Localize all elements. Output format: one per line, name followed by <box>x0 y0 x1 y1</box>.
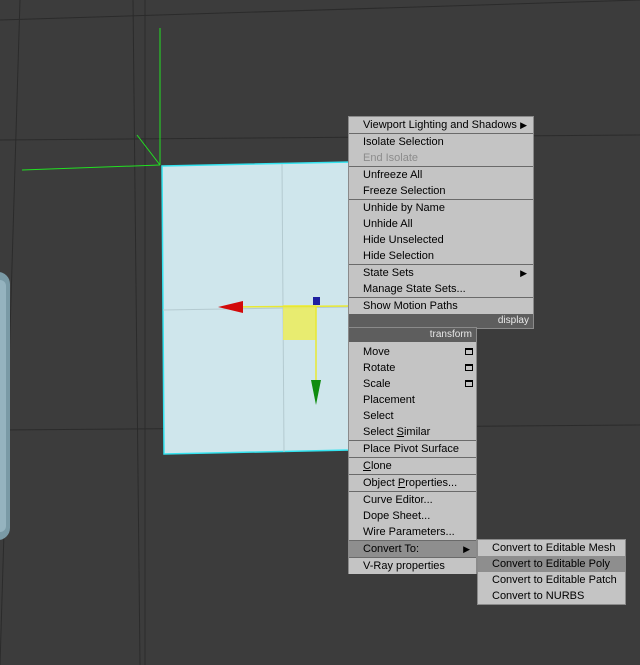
menu-item-rotate[interactable]: Rotate <box>349 360 476 376</box>
settings-box-icon[interactable] <box>465 364 473 371</box>
selected-plane[interactable] <box>161 161 351 455</box>
menu-item-hide-unselected[interactable]: Hide Unselected <box>349 232 533 248</box>
menu-item-label: Unhide by Name <box>363 202 445 214</box>
side-object <box>0 272 10 540</box>
menu-item-convert-to-editable-mesh[interactable]: Convert to Editable Mesh <box>478 540 625 556</box>
menu-item-label: Placement <box>363 394 415 406</box>
menu-item-label: Manage State Sets... <box>363 283 466 295</box>
menu-item-label: Unhide All <box>363 218 413 230</box>
menu-item-move[interactable]: Move <box>349 344 476 360</box>
menu-item-text: imilar <box>403 426 431 438</box>
menu-item-label: Unfreeze All <box>363 169 423 181</box>
menu-item-text: Object <box>363 477 398 489</box>
menu-item-label: Wire Parameters... <box>363 526 455 538</box>
menu-item-unhide-by-name[interactable]: Unhide by Name <box>349 199 533 216</box>
menu-item-convert-to-editable-poly[interactable]: Convert to Editable Poly <box>478 556 625 572</box>
menu-item-clone[interactable]: Clone <box>349 457 476 474</box>
menu-item-unhide-all[interactable]: Unhide All <box>349 216 533 232</box>
menu-item-convert-to-editable-patch[interactable]: Convert to Editable Patch <box>478 572 625 588</box>
menu-item-label: Select <box>363 410 394 422</box>
quad-menu-transform: transform Move Rotate Scale Placement Select… <box>348 327 477 574</box>
menu-item-dope-sheet[interactable]: Dope Sheet... <box>349 508 476 524</box>
menu-item-label: Hide Selection <box>363 250 434 262</box>
menu-item-label: Isolate Selection <box>363 136 444 148</box>
menu-item-mnemonic: C <box>363 460 371 472</box>
menu-item-text: roperties... <box>405 477 458 489</box>
menu-item-label: Convert to Editable Poly <box>492 558 611 570</box>
menu-item-label: Show Motion Paths <box>363 300 458 312</box>
menu-item-label: Hide Unselected <box>363 234 444 246</box>
submenu-arrow-icon: ▶ <box>520 120 527 130</box>
menu-item-label: Curve Editor... <box>363 494 433 506</box>
menu-item-select[interactable]: Select <box>349 408 476 424</box>
menu-item-end-isolate: End Isolate <box>349 150 533 166</box>
menu-item-wire-parameters[interactable]: Wire Parameters... <box>349 524 476 540</box>
menu-item-convert-to[interactable]: Convert To: ▶ <box>349 540 476 557</box>
menu-item-label: V-Ray properties <box>363 560 445 572</box>
menu-item-isolate-selection[interactable]: Isolate Selection <box>349 133 533 150</box>
menu-item-hide-selection[interactable]: Hide Selection <box>349 248 533 264</box>
convert-items: Convert to Editable Mesh Convert to Edita… <box>478 540 625 604</box>
convert-to-submenu: Convert to Editable Mesh Convert to Edita… <box>477 539 626 605</box>
submenu-arrow-icon: ▶ <box>520 268 527 278</box>
menu-item-convert-to-nurbs[interactable]: Convert to NURBS <box>478 588 625 604</box>
menu-item-label: End Isolate <box>363 152 419 164</box>
menu-item-label: Move <box>363 346 390 358</box>
menu-item-object-properties[interactable]: Object Properties... <box>349 474 476 491</box>
menu-item-manage-state-sets[interactable]: Manage State Sets... <box>349 281 533 297</box>
gizmo-z-handle[interactable] <box>313 297 320 305</box>
menu-item-text: lone <box>370 460 392 472</box>
menu-item-label: Convert To: <box>363 543 420 555</box>
menu-item-label: Freeze Selection <box>363 185 446 197</box>
menu-item-v-ray-properties[interactable]: V-Ray properties <box>349 557 476 574</box>
settings-box-icon[interactable] <box>465 380 473 387</box>
menu-item-text: Select <box>363 426 397 438</box>
menu-item-label: Rotate <box>363 362 396 374</box>
display-items: Viewport Lighting and Shadows ▶ Isolate Se… <box>349 117 533 314</box>
submenu-arrow-icon: ▶ <box>463 544 470 554</box>
transform-items: Move Rotate Scale Placement Select Select Sim… <box>349 342 476 574</box>
menu-item-show-motion-paths[interactable]: Show Motion Paths <box>349 297 533 314</box>
settings-box-icon[interactable] <box>465 348 473 355</box>
menu-item-freeze-selection[interactable]: Freeze Selection <box>349 183 533 199</box>
menu-item-place-pivot-surface[interactable]: Place Pivot Surface <box>349 440 476 457</box>
menu-item-label: Dope Sheet... <box>363 510 431 522</box>
transform-header: transform <box>349 328 476 342</box>
menu-item-select-similar[interactable]: Select Similar <box>349 424 476 440</box>
menu-item-label: Viewport Lighting and Shadows <box>363 119 517 131</box>
menu-item-label: Convert to Editable Mesh <box>492 542 616 554</box>
menu-item-label: Convert to NURBS <box>492 590 585 602</box>
menu-item-curve-editor[interactable]: Curve Editor... <box>349 491 476 508</box>
menu-item-scale[interactable]: Scale <box>349 376 476 392</box>
menu-item-label: Convert to Editable Patch <box>492 574 617 586</box>
menu-item-viewport-lighting-and-shadows[interactable]: Viewport Lighting and Shadows ▶ <box>349 117 533 133</box>
quad-menu-display: Viewport Lighting and Shadows ▶ Isolate Se… <box>348 116 534 329</box>
menu-item-placement[interactable]: Placement <box>349 392 476 408</box>
menu-item-unfreeze-all[interactable]: Unfreeze All <box>349 166 533 183</box>
display-header: display <box>349 314 533 328</box>
menu-item-label: Place Pivot Surface <box>363 443 459 455</box>
menu-item-state-sets[interactable]: State Sets ▶ <box>349 264 533 281</box>
menu-item-mnemonic: S <box>396 426 404 438</box>
menu-item-label: State Sets <box>363 267 414 279</box>
menu-item-label: Scale <box>363 378 391 390</box>
